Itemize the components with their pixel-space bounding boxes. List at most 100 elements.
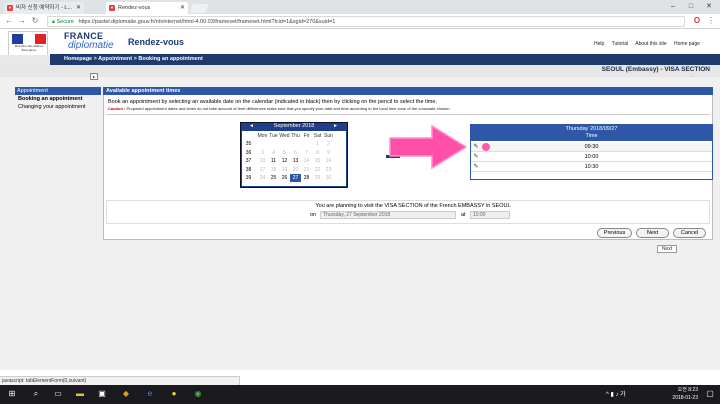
date-field: Thursday, 27 September 2018 xyxy=(320,211,456,219)
clock-time: 오전 8:23 xyxy=(677,387,698,393)
cursor-highlight xyxy=(482,143,490,151)
calendar-day: 29 xyxy=(314,175,321,182)
home-page-link[interactable]: Home page xyxy=(674,41,700,47)
divider xyxy=(106,114,710,115)
cancel-button[interactable]: Cancel xyxy=(673,228,706,238)
calendar-day: 14 xyxy=(303,158,310,165)
flag-icon xyxy=(12,34,46,44)
calendar-day-header: Mon xyxy=(257,133,268,139)
kakaotalk-icon[interactable]: ● xyxy=(168,388,180,400)
slot-time: 10:00 xyxy=(584,154,599,160)
new-tab-button[interactable] xyxy=(189,4,209,13)
volume-icon[interactable]: ♪ xyxy=(615,392,618,398)
tab-rendez-vous[interactable]: ▼ Rendez-vous ✕ xyxy=(106,2,188,14)
help-link[interactable]: Help xyxy=(594,41,604,47)
task-view-icon[interactable]: ▭ xyxy=(52,388,64,400)
calendar-day[interactable]: 28 xyxy=(301,174,312,182)
search-icon[interactable]: ⌕ xyxy=(30,388,42,400)
tab-close-icon[interactable]: ✕ xyxy=(76,2,81,14)
plan-text: You are planning to visit the VISA SECTI… xyxy=(315,203,511,209)
maximize-button[interactable]: □ xyxy=(682,0,700,14)
tab-close-icon[interactable]: ✕ xyxy=(180,2,185,14)
about-link[interactable]: About this site xyxy=(635,41,666,47)
back-icon[interactable]: ← xyxy=(3,15,15,27)
top-links: Help Tutorial About this site Home page xyxy=(594,41,706,47)
previous-button[interactable]: Previous xyxy=(597,228,632,238)
calendar-week-number: 38 xyxy=(245,166,252,173)
tab-label: 비자 신청 예약하기 - L... xyxy=(16,5,73,11)
calendar-day: 6 xyxy=(294,149,297,156)
collapse-arrow-icon[interactable]: ▸ xyxy=(90,73,98,80)
opera-icon[interactable]: O xyxy=(691,15,703,27)
brand-diplomatie: diplomatie xyxy=(68,40,114,51)
calendar-day-header: Thu xyxy=(291,133,300,139)
caution-body: Proposed appointment dates and times do … xyxy=(126,106,451,111)
nav-item-changing[interactable]: Changing your appointment xyxy=(15,103,101,111)
calendar-day: 21 xyxy=(303,166,310,173)
url-text: https://pastel.diplomatie.gouv.fr/rdvint… xyxy=(78,19,336,25)
slots-date: Thursday 2018/09/27 xyxy=(565,126,618,132)
reload-icon[interactable]: ↻ xyxy=(29,15,41,27)
calendar-week-number: 37 xyxy=(245,158,252,165)
close-window-button[interactable]: ✕ xyxy=(700,0,718,14)
caution-text: Caution : Proposed appointment dates and… xyxy=(108,106,451,111)
network-icon[interactable]: ▮ xyxy=(611,392,614,398)
instruction-text: Book an appointment by selecting an avai… xyxy=(108,99,437,105)
time-slot[interactable]: ✎ 10:30 xyxy=(471,163,712,172)
calendar-prev-icon[interactable]: ◄ xyxy=(249,123,254,129)
edge-icon[interactable]: e xyxy=(144,388,156,400)
file-explorer-icon[interactable]: ▬ xyxy=(74,388,86,400)
calendar-day: 7 xyxy=(305,149,308,156)
secure-label: Secure xyxy=(56,19,74,25)
minimize-button[interactable]: – xyxy=(664,0,682,14)
calendar-day[interactable]: 12 xyxy=(279,157,290,165)
menu-icon[interactable]: ⋮ xyxy=(705,15,717,27)
pencil-icon[interactable]: ✎ xyxy=(473,164,479,170)
notifications-icon[interactable]: ▢ xyxy=(704,388,716,400)
pencil-icon[interactable]: ✎ xyxy=(473,154,479,160)
nav-item-booking[interactable]: Booking an appointment xyxy=(15,95,101,103)
calendar-day-header: Tue xyxy=(269,133,278,139)
calendar-day: 16 xyxy=(325,158,332,165)
on-label: on xyxy=(310,212,317,218)
time-slot[interactable]: ✎ 10:00 xyxy=(471,153,712,162)
address-bar[interactable]: 🔒︎ Secure https://pastel.diplomatie.gouv… xyxy=(47,16,685,27)
calendar-day-selected[interactable]: 27 xyxy=(290,174,301,183)
calendar-day: 22 xyxy=(314,166,321,173)
system-tray: ^ ▮ ♪ 가 xyxy=(606,389,626,398)
forward-icon[interactable]: → xyxy=(16,15,28,27)
pencil-icon[interactable]: ✎ xyxy=(473,144,479,150)
tab-visa-booking[interactable]: ▼ 비자 신청 예약하기 - L... ✕ xyxy=(4,2,84,14)
chevron-up-icon[interactable]: ^ xyxy=(606,392,609,398)
windows-start-icon[interactable]: ⊞ xyxy=(6,388,18,400)
calendar-day[interactable]: 13 xyxy=(290,157,301,165)
tutorial-link[interactable]: Tutorial xyxy=(612,41,629,47)
calendar-day: 17 xyxy=(259,166,266,173)
tab-strip: ▼ 비자 신청 예약하기 - L... ✕ ▼ Rendez-vous ✕ – … xyxy=(0,0,720,14)
at-label: at xyxy=(461,212,466,218)
time-field: 10:00 xyxy=(470,211,510,219)
calendar-day: 15 xyxy=(314,158,321,165)
store-icon[interactable]: ▣ xyxy=(96,388,108,400)
ime-icon[interactable]: 가 xyxy=(620,392,626,398)
calendar-next-icon[interactable]: ► xyxy=(333,123,338,129)
calendar-day[interactable]: 11 xyxy=(268,157,279,165)
chrome-icon[interactable]: ◉ xyxy=(192,388,204,400)
tab-label: Rendez-vous xyxy=(118,5,151,11)
favicon-icon: ▼ xyxy=(7,5,13,11)
favicon-icon: ▼ xyxy=(109,5,115,11)
slot-time: 09:30 xyxy=(584,144,599,150)
slot-time: 10:30 xyxy=(584,164,599,170)
calendar-day-header: Sun xyxy=(324,133,333,139)
calendar-day[interactable]: 26 xyxy=(279,174,290,182)
calendar-day: 5 xyxy=(283,149,286,156)
time-slot[interactable]: ✎ 09:30 xyxy=(471,143,712,152)
screen: ▼ 비자 신청 예약하기 - L... ✕ ▼ Rendez-vous ✕ – … xyxy=(0,0,720,404)
calendar-day[interactable]: 25 xyxy=(268,174,279,182)
calendar-month: September 2018 xyxy=(273,123,315,129)
calendar-day: 23 xyxy=(325,166,332,173)
taskbar-clock[interactable]: 오전 8:23 2018-01-23 xyxy=(658,386,698,402)
app-icon[interactable]: ◆ xyxy=(120,388,132,400)
caution-label: Caution : xyxy=(108,106,126,111)
next-button[interactable]: Next xyxy=(636,228,669,238)
